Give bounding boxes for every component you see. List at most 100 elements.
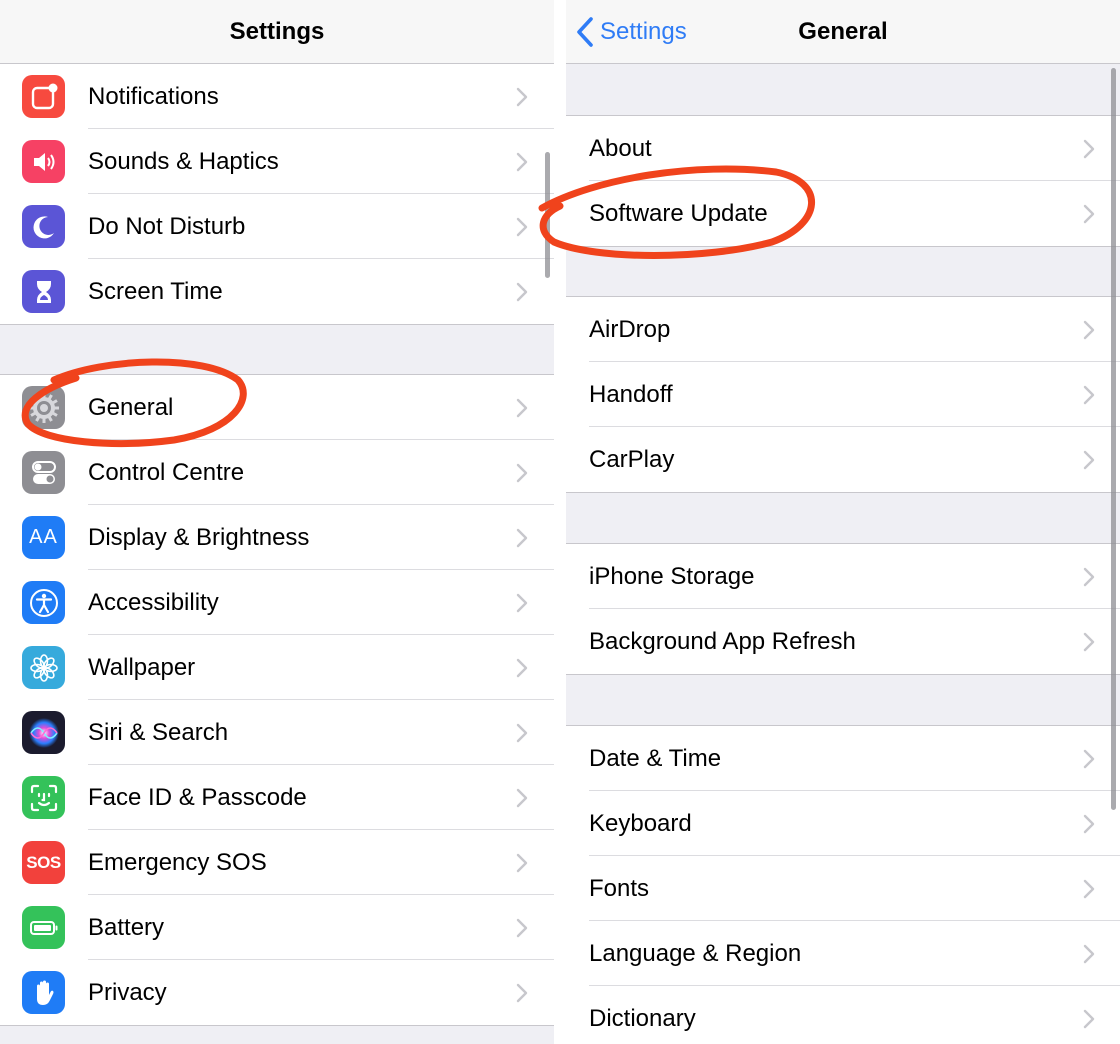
siri-icon bbox=[22, 711, 65, 754]
panel-divider bbox=[554, 0, 566, 1044]
settings-row-display-and-brightness[interactable]: AA Display & Brightness bbox=[0, 505, 554, 570]
general-row-handoff[interactable]: Handoff bbox=[566, 362, 1120, 427]
row-label: Screen Time bbox=[88, 278, 223, 305]
flower-icon bbox=[22, 646, 65, 689]
face-id-icon bbox=[22, 776, 65, 819]
chevron-right-icon bbox=[1083, 320, 1095, 345]
row-label: iPhone Storage bbox=[589, 563, 755, 590]
settings-row-siri-and-search[interactable]: Siri & Search bbox=[0, 700, 554, 765]
back-button[interactable]: Settings bbox=[576, 0, 687, 64]
chevron-right-icon bbox=[516, 87, 528, 112]
settings-panel: Settings Notifications Sounds & Haptics Do… bbox=[0, 0, 554, 1044]
general-row-language-and-region[interactable]: Language & Region bbox=[566, 921, 1120, 986]
row-label: Control Centre bbox=[88, 459, 245, 486]
moon-icon bbox=[22, 205, 65, 248]
text-size-icon-text: AA bbox=[29, 526, 58, 548]
general-row-iphone-storage[interactable]: iPhone Storage bbox=[566, 544, 1120, 609]
speaker-icon bbox=[22, 140, 65, 183]
row-label: About bbox=[589, 135, 652, 162]
settings-row-face-id-and-passcode[interactable]: Face ID & Passcode bbox=[0, 765, 554, 830]
settings-row-do-not-disturb[interactable]: Do Not Disturb bbox=[0, 194, 554, 259]
general-group-1: About Software Update bbox=[566, 115, 1120, 247]
battery-icon bbox=[22, 906, 65, 949]
row-label: Accessibility bbox=[88, 589, 219, 616]
row-label: CarPlay bbox=[589, 446, 675, 473]
row-label: Emergency SOS bbox=[88, 849, 267, 876]
chevron-right-icon bbox=[1083, 749, 1095, 774]
settings-row-screen-time[interactable]: Screen Time bbox=[0, 259, 554, 324]
chevron-right-icon bbox=[516, 152, 528, 177]
row-label: Do Not Disturb bbox=[88, 213, 246, 240]
chevron-right-icon bbox=[1083, 385, 1095, 410]
general-group-3: iPhone Storage Background App Refresh bbox=[566, 543, 1120, 675]
general-row-background-app-refresh[interactable]: Background App Refresh bbox=[566, 609, 1120, 674]
row-label: Dictionary bbox=[589, 1005, 696, 1032]
chevron-right-icon bbox=[1083, 567, 1095, 592]
chevron-left-icon bbox=[577, 17, 593, 47]
settings-row-privacy[interactable]: Privacy bbox=[0, 960, 554, 1025]
chevron-right-icon bbox=[516, 983, 528, 1008]
chevron-right-icon bbox=[516, 788, 528, 813]
sos-icon-text: SOS bbox=[26, 852, 61, 872]
row-label: Privacy bbox=[88, 979, 167, 1006]
general-row-airdrop[interactable]: AirDrop bbox=[566, 297, 1120, 362]
scrollbar[interactable] bbox=[545, 152, 550, 278]
row-label: Date & Time bbox=[589, 745, 722, 772]
general-row-software-update[interactable]: Software Update bbox=[566, 181, 1120, 246]
chevron-right-icon bbox=[516, 593, 528, 618]
row-label: Battery bbox=[88, 914, 165, 941]
row-label: Siri & Search bbox=[88, 719, 229, 746]
chevron-right-icon bbox=[516, 528, 528, 553]
chevron-right-icon bbox=[516, 463, 528, 488]
general-row-date-and-time[interactable]: Date & Time bbox=[566, 726, 1120, 791]
chevron-right-icon bbox=[516, 398, 528, 423]
scrollbar[interactable] bbox=[1111, 68, 1116, 810]
chevron-right-icon bbox=[1083, 450, 1095, 475]
general-group-2: AirDrop Handoff CarPlay bbox=[566, 296, 1120, 493]
chevron-right-icon bbox=[1083, 879, 1095, 904]
row-label: Background App Refresh bbox=[589, 628, 856, 655]
settings-row-notifications[interactable]: Notifications bbox=[0, 64, 554, 129]
settings-row-sounds-and-haptics[interactable]: Sounds & Haptics bbox=[0, 129, 554, 194]
row-label: Notifications bbox=[88, 83, 219, 110]
general-row-fonts[interactable]: Fonts bbox=[566, 856, 1120, 921]
chevron-right-icon bbox=[1083, 944, 1095, 969]
chevron-right-icon bbox=[516, 853, 528, 878]
settings-row-emergency-sos[interactable]: SOS Emergency SOS bbox=[0, 830, 554, 895]
general-row-keyboard[interactable]: Keyboard bbox=[566, 791, 1120, 856]
general-panel: General Settings About Software Update Ai… bbox=[566, 0, 1120, 1044]
notifications-icon bbox=[22, 75, 65, 118]
accessibility-icon bbox=[22, 581, 65, 624]
row-label: Display & Brightness bbox=[88, 524, 310, 551]
text-size-icon: AA bbox=[22, 516, 65, 559]
chevron-right-icon bbox=[516, 723, 528, 748]
row-label: Wallpaper bbox=[88, 654, 196, 681]
row-label: General bbox=[88, 394, 174, 421]
row-label: AirDrop bbox=[589, 316, 671, 343]
general-row-carplay[interactable]: CarPlay bbox=[566, 427, 1120, 492]
hourglass-icon bbox=[22, 270, 65, 313]
row-label: Sounds & Haptics bbox=[88, 148, 279, 175]
chevron-right-icon bbox=[1083, 1009, 1095, 1034]
toggles-icon bbox=[22, 451, 65, 494]
settings-row-accessibility[interactable]: Accessibility bbox=[0, 570, 554, 635]
settings-row-general[interactable]: General bbox=[0, 375, 554, 440]
chevron-right-icon bbox=[1083, 139, 1095, 164]
chevron-right-icon bbox=[516, 217, 528, 242]
general-row-about[interactable]: About bbox=[566, 116, 1120, 181]
general-group-4: Date & Time Keyboard Fonts Language & Regio… bbox=[566, 725, 1120, 1044]
page-title: Settings bbox=[229, 18, 325, 45]
general-row-dictionary[interactable]: Dictionary bbox=[566, 986, 1120, 1044]
chevron-right-icon bbox=[516, 918, 528, 943]
settings-group-2: General Control Centre AA Display & Brightn… bbox=[0, 374, 554, 1026]
settings-group-1: Notifications Sounds & Haptics Do Not Dist… bbox=[0, 63, 554, 325]
row-label: Face ID & Passcode bbox=[88, 784, 307, 811]
chevron-right-icon bbox=[516, 282, 528, 307]
settings-row-battery[interactable]: Battery bbox=[0, 895, 554, 960]
chevron-right-icon bbox=[1083, 204, 1095, 229]
settings-row-wallpaper[interactable]: Wallpaper bbox=[0, 635, 554, 700]
gear-icon bbox=[22, 386, 65, 429]
chevron-right-icon bbox=[1083, 632, 1095, 657]
settings-row-control-centre[interactable]: Control Centre bbox=[0, 440, 554, 505]
row-label: Language & Region bbox=[589, 940, 802, 967]
